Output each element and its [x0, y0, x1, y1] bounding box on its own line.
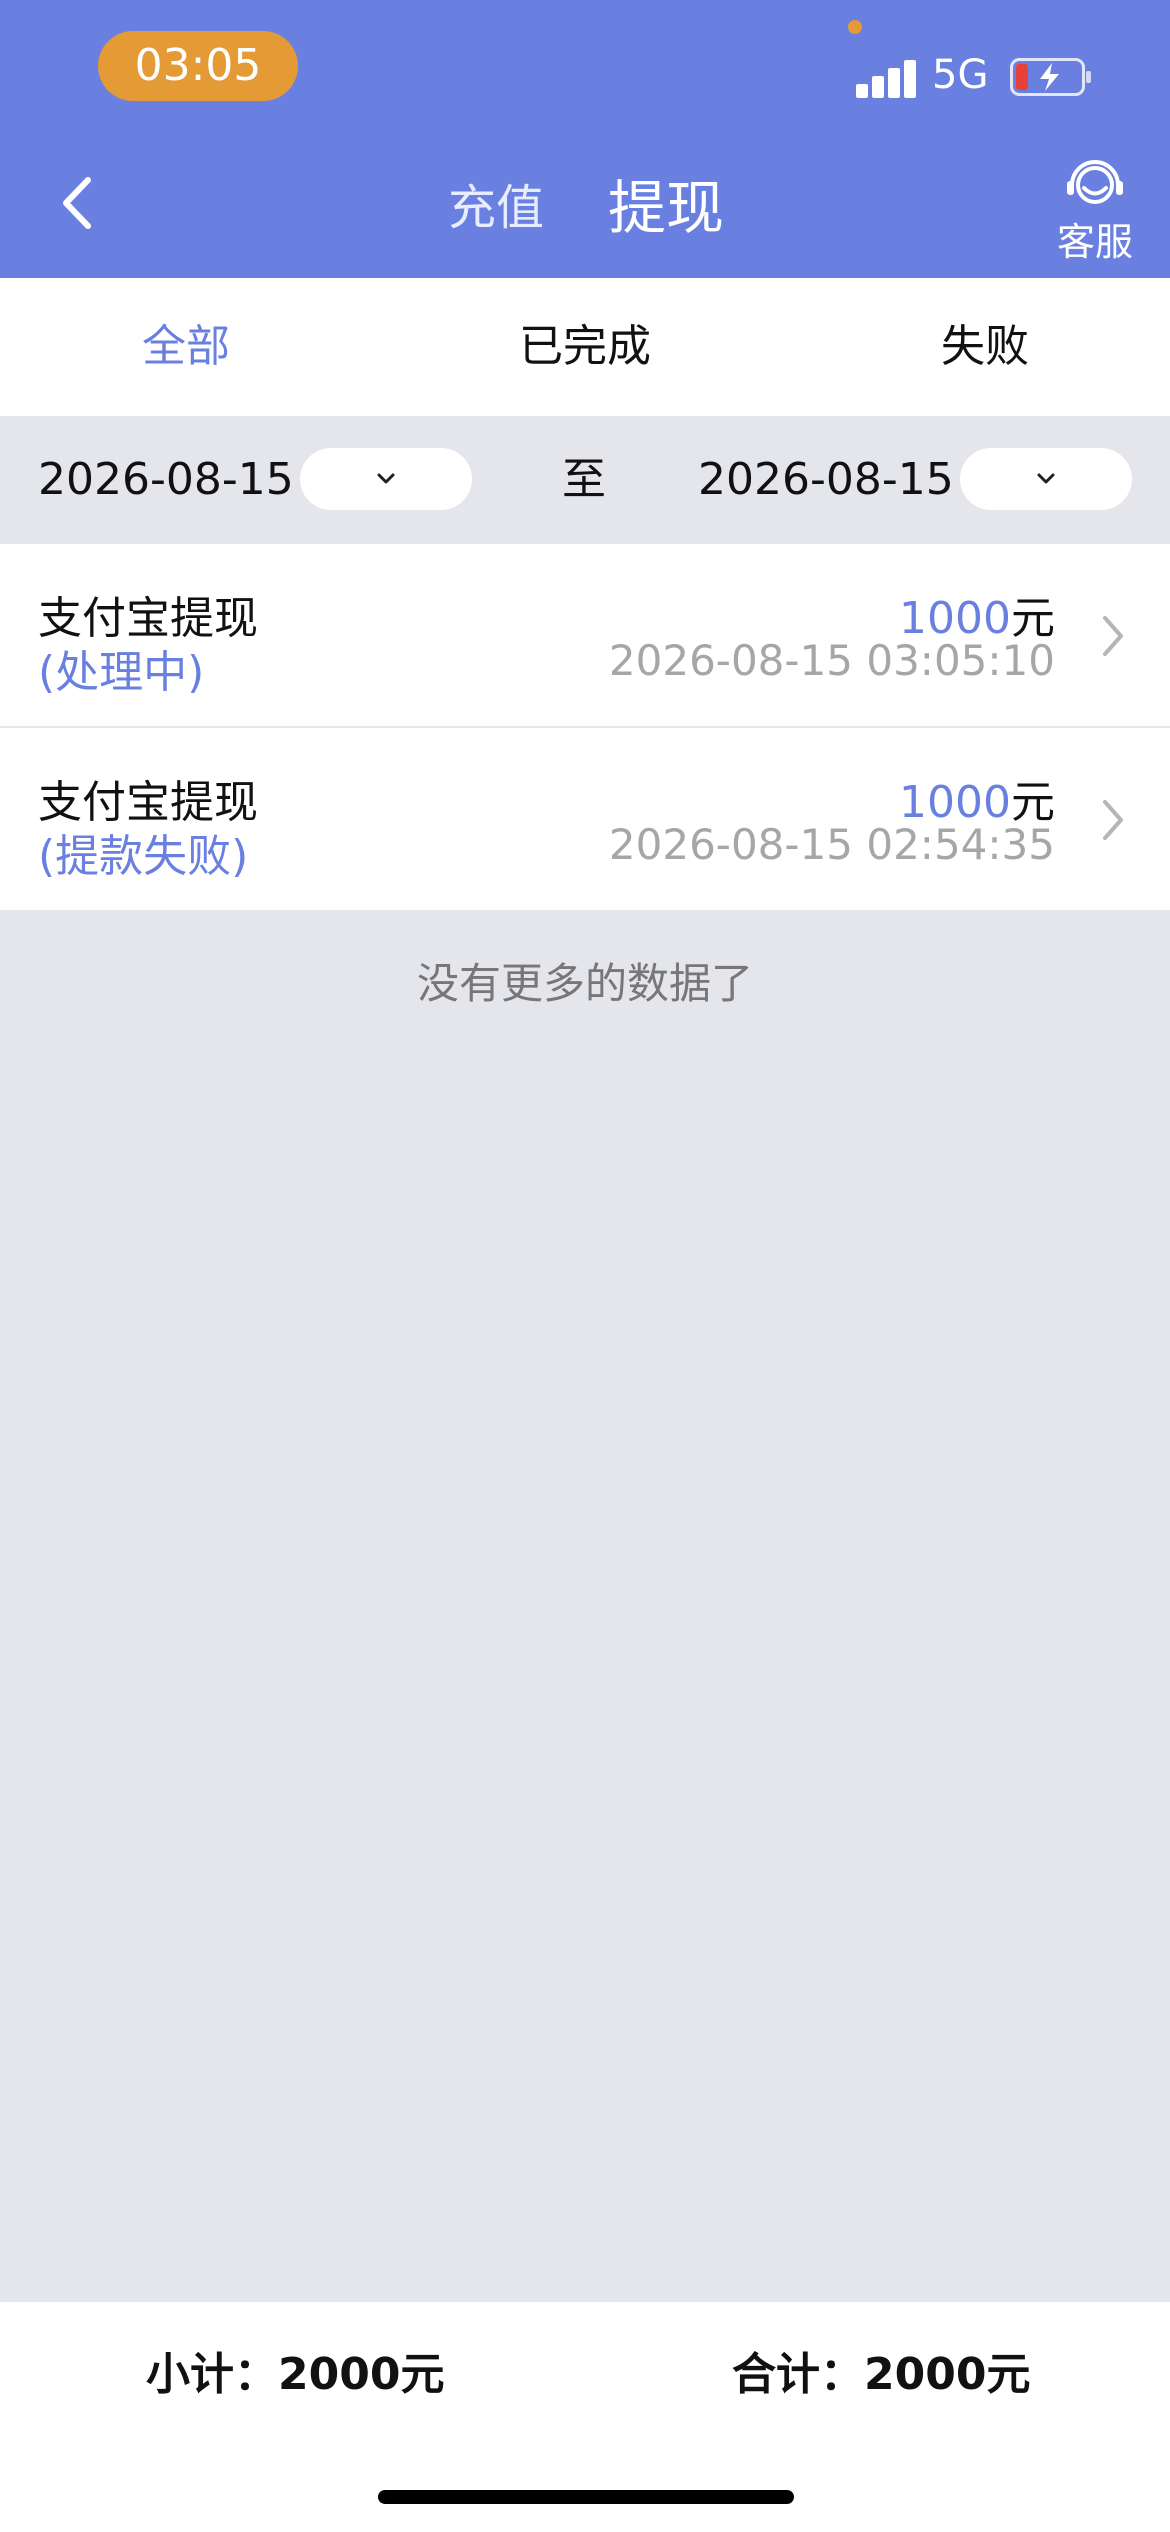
start-date[interactable]: 2026-08-15	[38, 416, 294, 544]
record-status: (提款失败)	[38, 831, 249, 882]
app-header: 03:05 5G 充值 提现 客服	[0, 0, 1170, 278]
chevron-down-icon	[1037, 473, 1055, 484]
end-date[interactable]: 2026-08-15	[698, 416, 954, 544]
customer-service-button[interactable]: 客服	[1050, 155, 1140, 265]
tab-completed[interactable]: 已完成	[390, 278, 780, 416]
home-indicator[interactable]	[378, 2490, 794, 2504]
record-time: 2026-08-15 03:05:10	[608, 636, 1055, 685]
list-item[interactable]: 支付宝提现 (提款失败) 1000元 2026-08-15 02:54:35	[0, 728, 1170, 910]
total: 合计：2000元	[732, 2349, 1031, 2400]
tab-withdraw[interactable]: 提现	[608, 168, 724, 248]
end-date-picker[interactable]	[960, 448, 1132, 510]
signal-icon	[856, 58, 916, 98]
no-more-data-text: 没有更多的数据了	[416, 959, 753, 1008]
recording-indicator	[848, 20, 862, 34]
battery-icon	[1010, 58, 1091, 96]
subtotal: 小计：2000元	[146, 2349, 445, 2400]
tab-all[interactable]: 全部	[0, 278, 372, 416]
list-item[interactable]: 支付宝提现 (处理中) 1000元 2026-08-15 03:05:10	[0, 544, 1170, 726]
tab-failed[interactable]: 失败	[790, 278, 1170, 416]
network-label: 5G	[932, 52, 989, 98]
status-time: 03:05	[98, 31, 298, 101]
customer-service-label: 客服	[1056, 220, 1133, 264]
chevron-right-icon	[1103, 616, 1123, 656]
headset-icon	[1067, 160, 1123, 204]
back-arrow-icon	[63, 177, 91, 229]
filter-tabs: 全部 已完成 失败	[0, 278, 1170, 416]
date-range-filter: 2026-08-15 至 2026-08-15	[0, 416, 1170, 544]
tab-recharge[interactable]: 充值	[448, 168, 544, 248]
date-separator: 至	[562, 454, 606, 505]
chevron-down-icon	[377, 473, 395, 484]
back-button[interactable]	[50, 168, 110, 238]
record-status: (处理中)	[38, 647, 205, 698]
start-date-picker[interactable]	[300, 448, 472, 510]
record-time: 2026-08-15 02:54:35	[608, 820, 1055, 869]
chevron-right-icon	[1103, 800, 1123, 840]
